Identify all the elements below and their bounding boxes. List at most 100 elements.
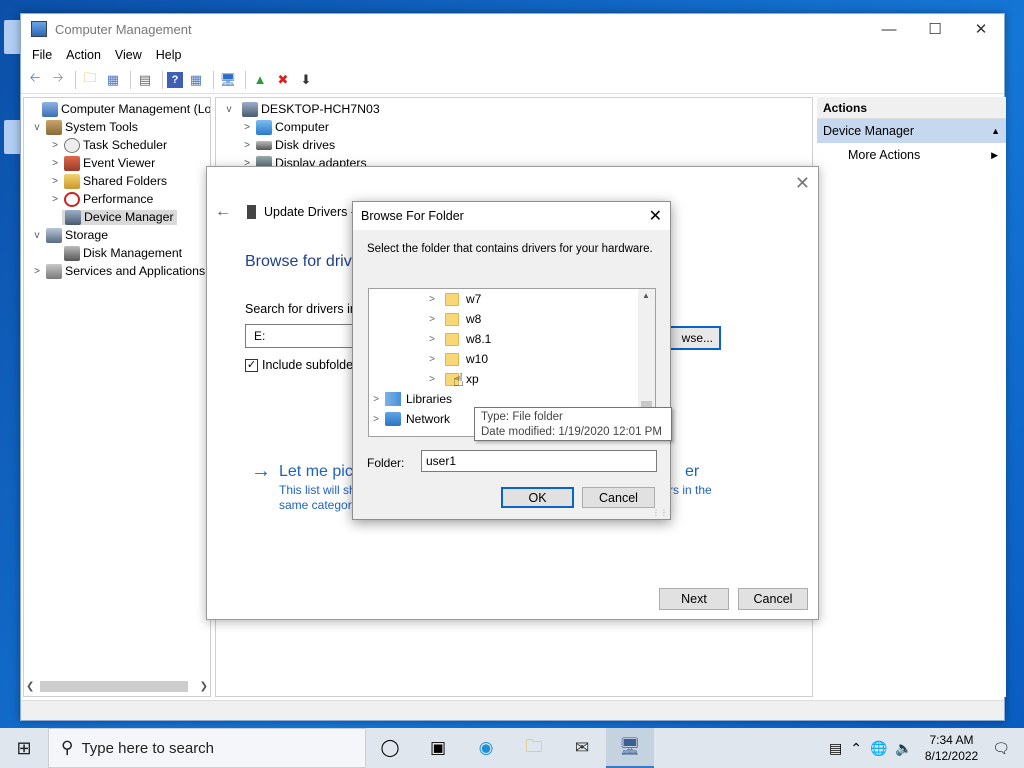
folder-item-w10[interactable]: > w10 — [425, 349, 488, 369]
horizontal-scrollbar[interactable]: ❮ ❯ — [26, 678, 208, 694]
let-me-pick-link[interactable]: → Let me pick — [251, 460, 361, 483]
libraries-icon — [385, 392, 401, 406]
up-folder-icon[interactable]: 🗀 — [80, 70, 100, 90]
forward-arrow-icon[interactable]: 🡢 — [48, 70, 68, 90]
menu-help[interactable]: Help — [149, 48, 189, 62]
performance-icon — [64, 191, 80, 207]
help-icon[interactable]: ? — [167, 71, 183, 88]
maximize-button[interactable]: ☐ — [912, 14, 958, 44]
update-driver-icon[interactable]: ▲ — [250, 70, 270, 90]
cancel-button[interactable]: Cancel — [738, 588, 808, 610]
clock[interactable]: 7:34 AM 8/12/2022 — [925, 732, 978, 764]
expand-chevron-icon[interactable]: > — [240, 122, 254, 133]
folder-name-input[interactable]: user1 — [421, 450, 657, 472]
expand-chevron-icon[interactable]: > — [369, 394, 383, 405]
uninstall-icon[interactable]: ✖ — [273, 70, 293, 90]
edge-browser-icon[interactable]: ◉ — [462, 728, 510, 768]
hand-cursor-icon: ☝ — [453, 370, 464, 390]
tree-item-event-viewer[interactable]: > Event Viewer — [48, 154, 155, 172]
next-button[interactable]: Next — [659, 588, 729, 610]
volume-muted-icon[interactable]: 🔈 — [895, 740, 912, 757]
tree-item-performance[interactable]: > Performance — [48, 190, 153, 208]
ok-button[interactable]: OK — [501, 487, 574, 508]
tree-item-shared-folders[interactable]: > Shared Folders — [48, 172, 167, 190]
tree-item-task-scheduler[interactable]: > Task Scheduler — [48, 136, 167, 154]
notifications-icon[interactable]: 🗨 — [992, 740, 1010, 757]
monitor-icon[interactable]: 🖥 — [218, 70, 238, 90]
clock-time: 7:34 AM — [929, 733, 974, 747]
search-icon: ⚲ — [61, 738, 74, 757]
services-icon — [46, 263, 62, 279]
menu-view[interactable]: View — [108, 48, 149, 62]
folder-item-w7[interactable]: > w7 — [425, 289, 481, 309]
actions-device-manager[interactable]: Device Manager ▲ — [817, 119, 1006, 143]
scroll-left-icon[interactable]: ❮ — [26, 681, 34, 692]
close-icon[interactable]: ✕ — [649, 206, 662, 226]
tree-item-disk-management[interactable]: Disk Management — [48, 244, 182, 262]
expand-chevron-icon[interactable]: > — [48, 140, 62, 151]
resize-grip-icon[interactable]: ⋮⋮ — [652, 508, 668, 517]
folder-item-w8-1[interactable]: > w8.1 — [425, 329, 491, 349]
menu-file[interactable]: File — [25, 48, 59, 62]
expand-chevron-icon[interactable]: v — [30, 122, 44, 133]
device-tree-root[interactable]: v DESKTOP-HCH7N03 — [222, 100, 380, 118]
windows-start-icon[interactable]: ⊞ — [0, 728, 48, 768]
show-hide-tree-icon[interactable]: ▦ — [103, 70, 123, 90]
include-subfolders-checkbox[interactable]: ✓ Include subfolder — [245, 358, 357, 372]
scroll-up-icon[interactable]: ▲ — [642, 291, 650, 300]
expand-chevron-icon[interactable]: > — [30, 266, 44, 277]
expand-chevron-icon[interactable]: > — [369, 414, 383, 425]
mail-icon[interactable]: ✉ — [558, 728, 606, 768]
checkbox-checked-icon[interactable]: ✓ — [245, 358, 258, 372]
expand-chevron-icon[interactable]: > — [425, 314, 439, 325]
tree-item-device-manager[interactable]: Device Manager — [48, 208, 177, 226]
minimize-button[interactable]: — — [866, 14, 912, 44]
scroll-right-icon[interactable]: ❯ — [200, 681, 208, 692]
menu-action[interactable]: Action — [59, 48, 108, 62]
more-actions-item[interactable]: More Actions ▶ — [817, 143, 1006, 167]
cortana-icon[interactable]: ◯ — [366, 728, 414, 768]
expand-chevron-icon[interactable]: > — [48, 176, 62, 187]
let-me-pick-link-tail[interactable]: er — [685, 463, 699, 481]
device-category-disk-drives[interactable]: > Disk drives — [240, 136, 335, 154]
expand-chevron-icon[interactable]: > — [240, 140, 254, 151]
wizard-title: Update Drivers - — [264, 205, 355, 219]
network-globe-icon[interactable]: 🌐 — [870, 740, 887, 757]
folder-item-libraries[interactable]: > Libraries — [369, 389, 452, 409]
scrollbar-thumb[interactable] — [40, 681, 188, 692]
close-icon[interactable]: ✕ — [795, 173, 810, 194]
device-category-computer[interactable]: > Computer — [240, 118, 329, 136]
expand-chevron-icon[interactable]: v — [30, 230, 44, 241]
tree-item-computer-management[interactable]: Computer Management (Local — [26, 100, 210, 118]
file-explorer-icon[interactable]: 🗀 — [510, 728, 558, 768]
folder-icon — [445, 312, 459, 326]
task-view-icon[interactable]: ▣ — [414, 728, 462, 768]
computer-management-taskbar-icon[interactable]: 🖥 — [606, 728, 654, 768]
tree-item-storage[interactable]: v Storage — [30, 226, 108, 244]
expand-chevron-icon[interactable]: > — [48, 194, 62, 205]
folder-item-w8[interactable]: > w8 — [425, 309, 481, 329]
close-button[interactable]: ✕ — [958, 14, 1004, 44]
folder-item-network[interactable]: > Network — [369, 409, 450, 429]
properties-icon[interactable]: ▤ — [135, 70, 155, 90]
cancel-button[interactable]: Cancel — [582, 487, 655, 508]
tree-item-system-tools[interactable]: v System Tools — [30, 118, 138, 136]
action-keyboard-icon[interactable]: ▤ — [829, 740, 842, 757]
show-hidden-icons-chevron-icon[interactable]: ⌃ — [850, 740, 862, 757]
tree-item-services-and-applications[interactable]: > Services and Applications — [30, 262, 205, 280]
collapse-triangle-icon[interactable]: ▲ — [991, 126, 1000, 136]
download-icon[interactable]: ⬇ — [296, 70, 316, 90]
folder-item-xp[interactable]: > xp — [425, 369, 479, 389]
back-arrow-icon[interactable]: ← — [215, 203, 231, 221]
collapse-chevron-icon[interactable]: v — [222, 104, 236, 115]
expand-chevron-icon[interactable]: > — [425, 294, 439, 305]
expand-chevron-icon[interactable]: > — [425, 374, 439, 385]
clock-date: 8/12/2022 — [924, 749, 979, 763]
back-arrow-icon[interactable]: 🡠 — [25, 70, 45, 90]
arrow-right-icon: → — [251, 460, 271, 482]
taskbar-search-box[interactable]: ⚲ Type here to search — [48, 728, 366, 768]
expand-chevron-icon[interactable]: > — [425, 334, 439, 345]
action-pane-icon[interactable]: ▦ — [186, 70, 206, 90]
expand-chevron-icon[interactable]: > — [48, 158, 62, 169]
expand-chevron-icon[interactable]: > — [425, 354, 439, 365]
